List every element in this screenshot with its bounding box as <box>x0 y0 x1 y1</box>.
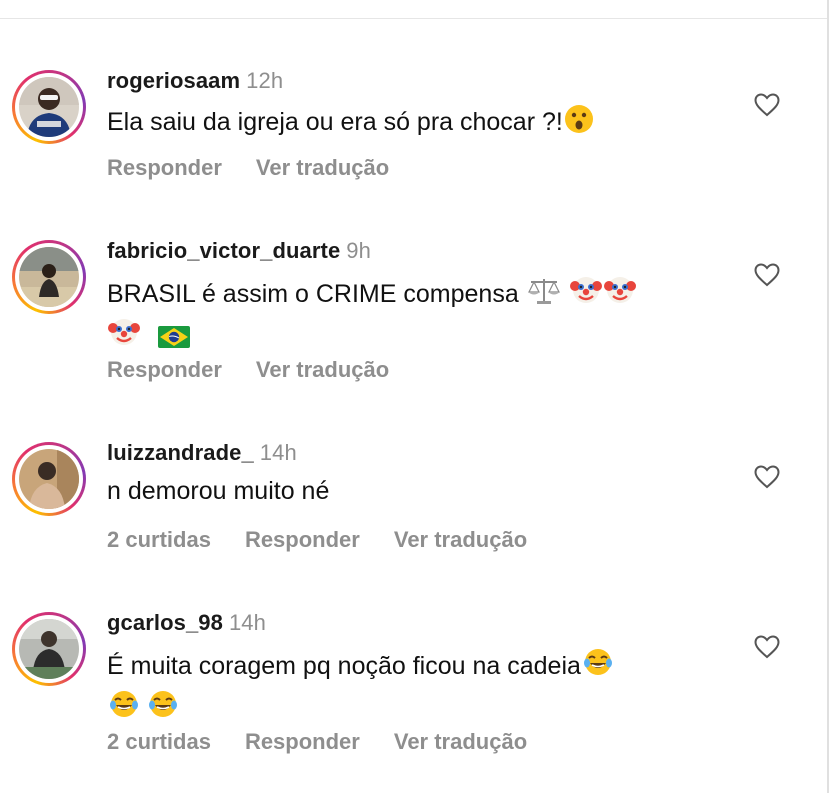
comment-username[interactable]: fabricio_victor_duarte 9h <box>107 238 371 264</box>
username-text[interactable]: fabricio_victor_duarte <box>107 238 340 263</box>
like-heart-icon[interactable] <box>754 635 780 659</box>
top-divider <box>0 18 829 19</box>
comment-text-body: Ela saiu da igreja ou era só pra chocar … <box>107 108 563 136</box>
avatar-story-ring[interactable] <box>12 70 86 144</box>
clown-face-icon <box>603 274 636 314</box>
avatar-story-ring[interactable] <box>12 240 86 314</box>
avatar-story-ring[interactable] <box>12 442 86 516</box>
username-text[interactable]: luizzandrade_ <box>107 440 254 465</box>
comment-text: É muita coragem pq noção ficou na cadeia <box>107 646 727 728</box>
comment-text: BRASIL é assim o CRIME compensa <box>107 274 727 356</box>
translate-button[interactable]: Ver tradução <box>394 729 527 754</box>
comment-actions: 2 curtidas Responder Ver tradução <box>107 527 561 553</box>
like-heart-icon[interactable] <box>754 93 780 117</box>
tears-of-joy-icon <box>582 646 614 686</box>
reply-button[interactable]: Responder <box>245 729 360 754</box>
brazil-flag-icon <box>157 325 190 356</box>
clown-face-icon <box>108 316 140 356</box>
translate-button[interactable]: Ver tradução <box>256 155 389 180</box>
comment-text: n demorou muito né <box>107 476 727 507</box>
clown-face-icon <box>569 274 602 314</box>
avatar <box>19 619 79 679</box>
comment-username[interactable]: luizzandrade_ 14h <box>107 440 297 466</box>
like-heart-icon[interactable] <box>754 263 780 287</box>
avatar <box>19 247 79 307</box>
comment-text-body: n demorou muito né <box>107 477 330 505</box>
like-heart-icon[interactable] <box>754 465 780 489</box>
username-text[interactable]: rogeriosaam <box>107 68 240 93</box>
avatar <box>19 77 79 137</box>
comment-time: 14h <box>259 440 297 465</box>
comment-actions: Responder Ver tradução <box>107 155 423 181</box>
reply-button[interactable]: Responder <box>245 527 360 552</box>
tears-of-joy-icon <box>147 688 179 728</box>
username-text[interactable]: gcarlos_98 <box>107 610 223 635</box>
comment-actions: Responder Ver tradução <box>107 357 423 383</box>
avatar-story-ring[interactable] <box>12 612 86 686</box>
comment-text-body: É muita coragem pq noção ficou na cadeia <box>107 652 581 680</box>
astonished-face-icon <box>564 104 594 142</box>
comment-text: Ela saiu da igreja ou era só pra chocar … <box>107 104 727 142</box>
comment-username[interactable]: rogeriosaam 12h <box>107 68 283 94</box>
comment-time: 12h <box>246 68 284 93</box>
comment-time: 9h <box>346 238 371 263</box>
translate-button[interactable]: Ver tradução <box>256 357 389 382</box>
likes-count[interactable]: 2 curtidas <box>107 527 211 552</box>
avatar <box>19 449 79 509</box>
translate-button[interactable]: Ver tradução <box>394 527 527 552</box>
reply-button[interactable]: Responder <box>107 155 222 180</box>
comment-text-body: BRASIL é assim o CRIME compensa <box>107 280 519 308</box>
likes-count[interactable]: 2 curtidas <box>107 729 211 754</box>
reply-button[interactable]: Responder <box>107 357 222 382</box>
comment-username[interactable]: gcarlos_98 14h <box>107 610 266 636</box>
comment-actions: 2 curtidas Responder Ver tradução <box>107 729 561 755</box>
tears-of-joy-icon <box>108 688 140 728</box>
balance-scale-icon <box>527 276 561 314</box>
comment-time: 14h <box>228 610 266 635</box>
